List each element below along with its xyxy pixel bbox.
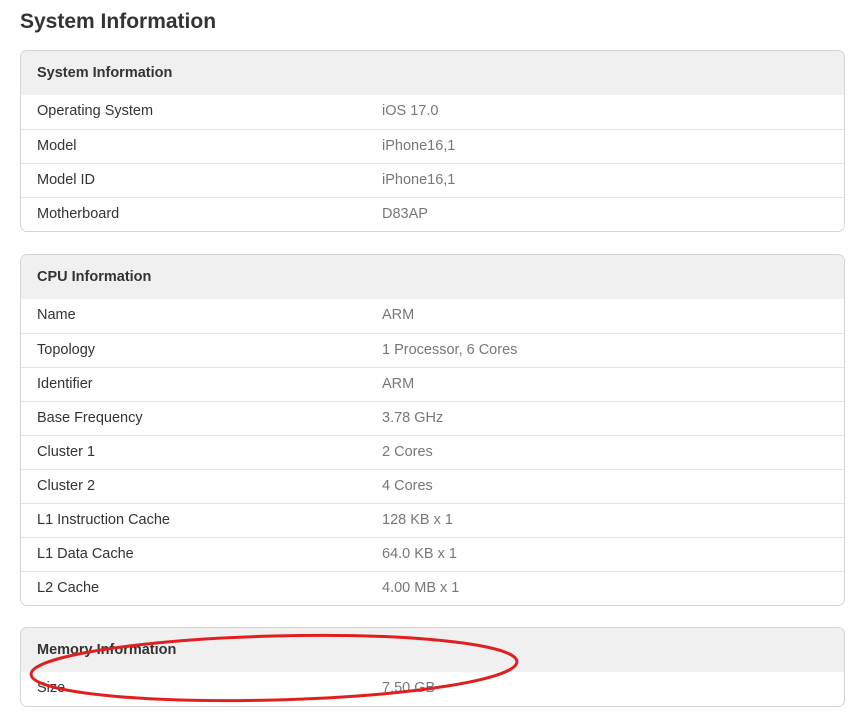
row-value: iPhone16,1 <box>382 138 456 154</box>
row-value: 128 KB x 1 <box>382 512 453 528</box>
row-value: 7.50 GB <box>382 680 436 696</box>
table-row: L1 Data Cache 64.0 KB x 1 <box>21 537 844 571</box>
table-row: L2 Cache 4.00 MB x 1 <box>21 571 844 605</box>
row-label: L1 Instruction Cache <box>37 512 170 528</box>
row-value: ARM <box>382 376 415 392</box>
row-value: 2 Cores <box>382 444 433 460</box>
row-value: D83AP <box>382 206 428 222</box>
panel-header: Memory Information <box>21 628 844 672</box>
table-row: Motherboard D83AP <box>21 197 844 231</box>
row-label: Model ID <box>37 172 96 188</box>
row-label: Topology <box>37 342 96 358</box>
row-label: Size <box>37 680 66 696</box>
row-value: iPhone16,1 <box>382 172 456 188</box>
table-row: Base Frequency 3.78 GHz <box>21 401 844 435</box>
table-row: Operating System iOS 17.0 <box>21 95 844 129</box>
row-value: 4 Cores <box>382 478 433 494</box>
row-label: Motherboard <box>37 206 120 222</box>
row-value: 4.00 MB x 1 <box>382 580 460 596</box>
table-row: Topology 1 Processor, 6 Cores <box>21 333 844 367</box>
row-value: 3.78 GHz <box>382 410 444 426</box>
table-row: Cluster 2 4 Cores <box>21 469 844 503</box>
table-row: Name ARM <box>21 299 844 333</box>
table-row: Cluster 1 2 Cores <box>21 435 844 469</box>
row-label: Name <box>37 307 76 323</box>
table-row: Model iPhone16,1 <box>21 129 844 163</box>
row-label: Model <box>37 138 77 154</box>
row-label: L1 Data Cache <box>37 546 134 562</box>
row-label: Identifier <box>37 376 93 392</box>
row-value: 64.0 KB x 1 <box>382 546 457 562</box>
row-value: ARM <box>382 307 415 323</box>
row-label: Base Frequency <box>37 410 143 426</box>
panel-header: CPU Information <box>21 255 844 299</box>
table-row: L1 Instruction Cache 128 KB x 1 <box>21 503 844 537</box>
table-row: Model ID iPhone16,1 <box>21 163 844 197</box>
row-value: 1 Processor, 6 Cores <box>382 342 518 358</box>
panel-header: System Information <box>21 51 844 95</box>
row-label: Cluster 1 <box>37 444 96 460</box>
cpu-information-panel: CPU Information Name ARM Topology 1 Proc… <box>20 254 845 606</box>
table-row: Identifier ARM <box>21 367 844 401</box>
system-information-panel: System Information Operating System iOS … <box>20 50 845 232</box>
row-label: L2 Cache <box>37 580 100 596</box>
row-label: Cluster 2 <box>37 478 96 494</box>
page-title: System Information <box>20 10 217 33</box>
page: System Information System Information Op… <box>0 0 853 720</box>
row-value: iOS 17.0 <box>382 103 439 119</box>
memory-information-panel: Memory Information Size 7.50 GB <box>20 627 845 707</box>
row-label: Operating System <box>37 103 154 119</box>
table-row: Size 7.50 GB <box>21 672 844 706</box>
